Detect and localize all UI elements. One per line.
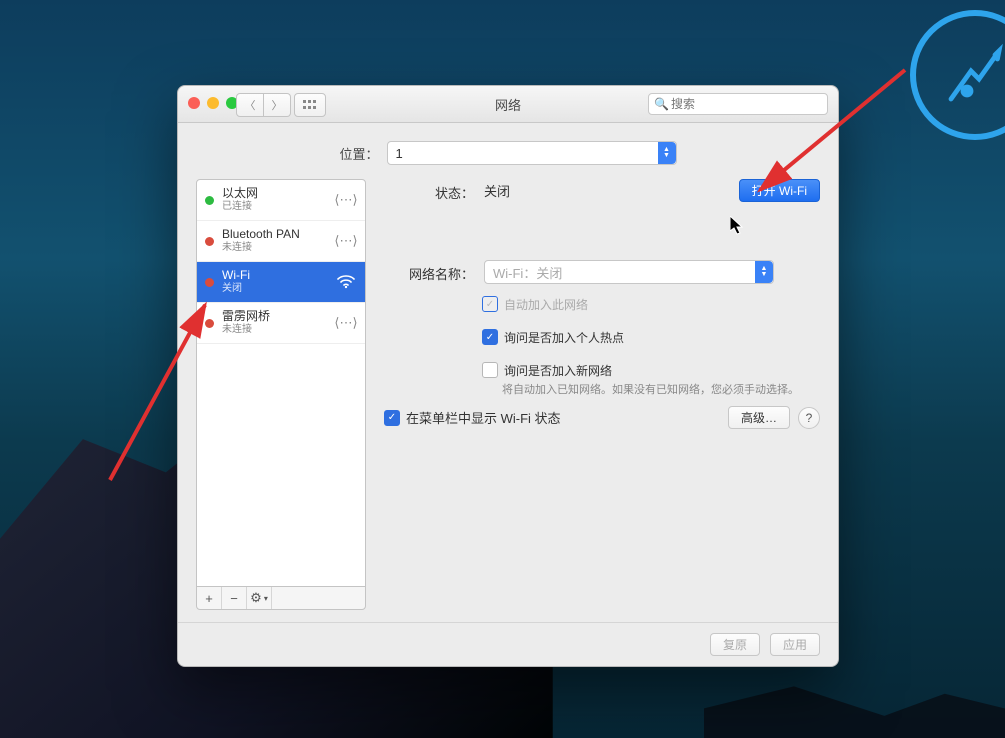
item-name: Bluetooth PAN	[222, 227, 327, 241]
ethernet-icon: ⟨⋯⟩	[335, 315, 357, 331]
window-body: 位置： 1 ▲▼ 以太网 已连接 ⟨⋯⟩	[178, 123, 838, 622]
item-sub: 关闭	[222, 282, 327, 296]
status-dot-red	[205, 278, 214, 287]
mouse-cursor-icon	[730, 216, 746, 236]
item-sub: 未连接	[222, 323, 327, 337]
item-name: 雷雳网桥	[222, 309, 327, 323]
show-menu-checkbox[interactable]: ✓	[384, 410, 400, 426]
revert-button[interactable]: 复原	[710, 633, 760, 656]
turn-on-wifi-button[interactable]: 打开 Wi-Fi	[739, 179, 820, 202]
chevron-right-icon: 〉	[272, 97, 283, 113]
forward-button[interactable]: 〉	[264, 93, 291, 117]
item-texts: 以太网 已连接	[222, 186, 327, 214]
search-field-wrap: 🔍	[648, 93, 828, 115]
ask-hotspot-label: 询问是否加入个人热点	[504, 329, 624, 346]
network-name-value: Wi-Fi：关闭	[493, 263, 562, 282]
network-name-select[interactable]: Wi-Fi：关闭 ▲▼	[484, 260, 774, 284]
auto-join-checkbox-row: ✓ 自动加入此网络	[482, 296, 820, 313]
location-row: 位置： 1 ▲▼	[196, 141, 820, 165]
desktop: 〈 〉 网络 🔍 位置： 1 ▲▼	[0, 0, 1005, 738]
show-all-button[interactable]	[294, 93, 326, 117]
close-window-button[interactable]	[188, 97, 200, 109]
gear-icon: ⚙	[250, 590, 262, 606]
wallpaper-mountain-2	[704, 664, 1005, 738]
network-name-label: 网络名称：	[384, 260, 484, 283]
footer-buttons: 复原 应用	[178, 622, 838, 666]
item-texts: 雷雳网桥 未连接	[222, 309, 327, 337]
status-value: 关闭	[484, 181, 510, 200]
panels: 以太网 已连接 ⟨⋯⟩ Bluetooth PAN 未连接 ⟨⋯⟩	[196, 179, 820, 610]
detail-bottom-bar: ✓ 在菜单栏中显示 Wi-Fi 状态 高级… ?	[384, 398, 820, 429]
status-dot-green	[205, 196, 214, 205]
location-label: 位置：	[339, 144, 378, 163]
sidebar-item-ethernet[interactable]: 以太网 已连接 ⟨⋯⟩	[197, 180, 365, 221]
chevron-down-icon: ▾	[264, 594, 268, 603]
help-button[interactable]: ?	[798, 407, 820, 429]
select-arrows-icon: ▲▼	[658, 142, 676, 164]
minimize-window-button[interactable]	[207, 97, 219, 109]
sidebar: 以太网 已连接 ⟨⋯⟩ Bluetooth PAN 未连接 ⟨⋯⟩	[196, 179, 366, 610]
status-dot-red	[205, 319, 214, 328]
corner-emblem	[910, 10, 1005, 140]
search-input[interactable]	[648, 93, 828, 115]
action-menu-button[interactable]: ⚙▾	[247, 587, 272, 609]
item-name: Wi-Fi	[222, 268, 327, 282]
ask-new-checkbox-row: 询问是否加入新网络	[482, 362, 820, 379]
interface-list: 以太网 已连接 ⟨⋯⟩ Bluetooth PAN 未连接 ⟨⋯⟩	[196, 179, 366, 587]
auto-join-label: 自动加入此网络	[504, 296, 588, 313]
sidebar-item-wifi[interactable]: Wi-Fi 关闭	[197, 262, 365, 303]
ask-new-label: 询问是否加入新网络	[504, 362, 612, 379]
remove-interface-button[interactable]: −	[222, 587, 247, 609]
add-interface-button[interactable]: +	[197, 587, 222, 609]
item-name: 以太网	[222, 186, 327, 200]
network-name-row: 网络名称： Wi-Fi：关闭 ▲▼	[384, 260, 820, 284]
location-value: 1	[396, 146, 403, 161]
sidebar-footer: + − ⚙▾	[196, 586, 366, 610]
status-row: 状态： 关闭 打开 Wi-Fi	[384, 179, 820, 202]
ethernet-icon: ⟨⋯⟩	[335, 233, 357, 249]
status-dot-red	[205, 237, 214, 246]
apply-button[interactable]: 应用	[770, 633, 820, 656]
network-prefs-window: 〈 〉 网络 🔍 位置： 1 ▲▼	[177, 85, 839, 667]
auto-join-checkbox: ✓	[482, 296, 498, 312]
titlebar: 〈 〉 网络 🔍	[178, 86, 838, 123]
nav-segment: 〈 〉	[236, 93, 291, 117]
ethernet-icon: ⟨⋯⟩	[335, 192, 357, 208]
status-label: 状态：	[384, 179, 484, 202]
ask-new-hint: 将自动加入已知网络。如果没有已知网络，您必须手动选择。	[502, 383, 820, 398]
advanced-button[interactable]: 高级…	[728, 406, 790, 429]
ask-hotspot-checkbox[interactable]: ✓	[482, 329, 498, 345]
back-button[interactable]: 〈	[236, 93, 264, 117]
select-arrows-icon: ▲▼	[755, 261, 773, 283]
item-sub: 已连接	[222, 200, 327, 214]
traffic-lights	[188, 97, 238, 109]
grid-icon	[303, 98, 317, 113]
item-texts: Wi-Fi 关闭	[222, 268, 327, 296]
item-sub: 未连接	[222, 241, 327, 255]
item-texts: Bluetooth PAN 未连接	[222, 227, 327, 255]
sidebar-item-thunderbolt-bridge[interactable]: 雷雳网桥 未连接 ⟨⋯⟩	[197, 303, 365, 344]
detail-pane: 状态： 关闭 打开 Wi-Fi 网络名称： Wi-Fi：关闭 ▲▼	[384, 179, 820, 610]
ask-new-checkbox[interactable]	[482, 362, 498, 378]
wifi-icon	[335, 275, 357, 289]
chevron-left-icon: 〈	[245, 97, 256, 113]
search-icon: 🔍	[654, 97, 669, 111]
ask-hotspot-checkbox-row: ✓ 询问是否加入个人热点	[482, 329, 820, 346]
location-select[interactable]: 1 ▲▼	[387, 141, 677, 165]
show-menu-label: 在菜单栏中显示 Wi-Fi 状态	[406, 408, 561, 427]
sidebar-item-bluetooth-pan[interactable]: Bluetooth PAN 未连接 ⟨⋯⟩	[197, 221, 365, 262]
